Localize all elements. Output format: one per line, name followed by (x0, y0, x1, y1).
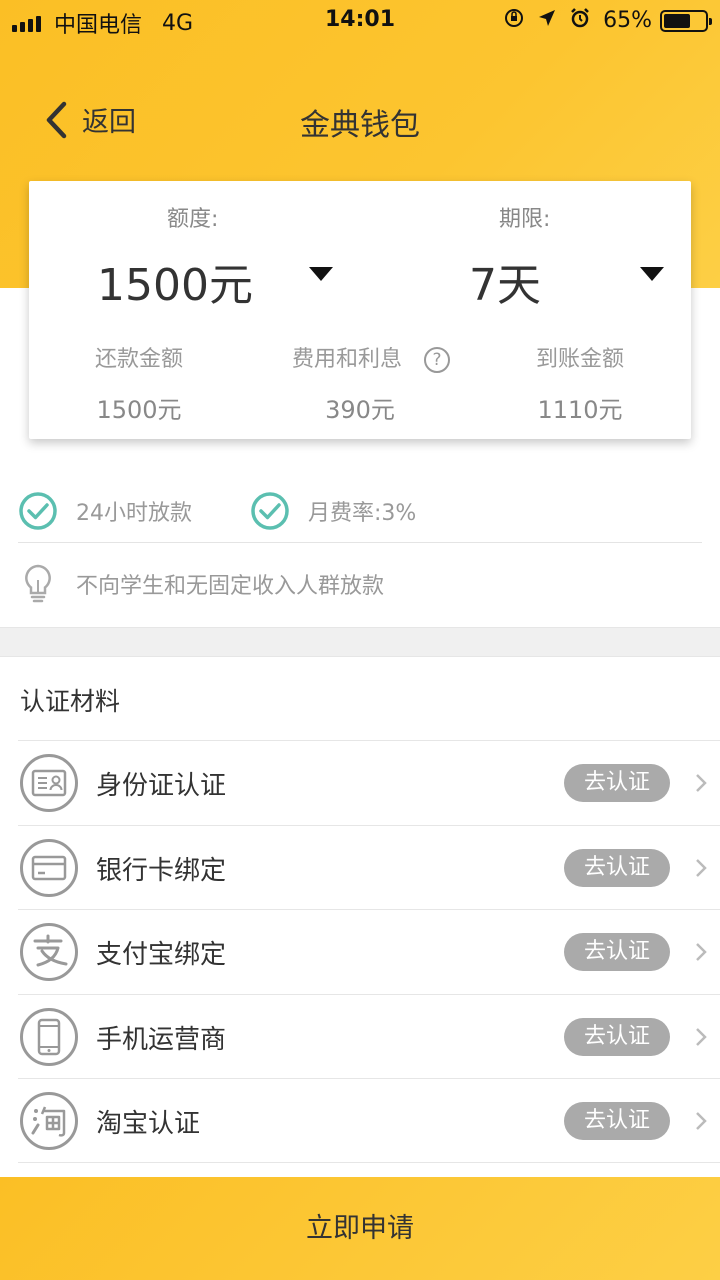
verify-button[interactable]: 去认证 (564, 1017, 670, 1056)
id-card-icon (20, 754, 78, 812)
verify-button[interactable]: 去认证 (564, 1102, 670, 1140)
term-label: 期限: (499, 207, 551, 232)
verify-button[interactable]: 去认证 (564, 933, 670, 971)
status-bar: 中国电信 4G 14:01 65% (0, 0, 720, 40)
item-label: 支付宝绑定 (96, 940, 227, 970)
repay-amount-label: 还款金额 (94, 347, 183, 372)
location-arrow-icon (537, 8, 557, 33)
list-item-taobao[interactable]: 淘宝认证 去认证 (18, 1078, 720, 1163)
list-item-bank-card[interactable]: 银行卡绑定 去认证 (18, 824, 720, 910)
received-amount-label: 到账金额 (535, 347, 624, 372)
materials-title: 认证材料 (20, 687, 121, 716)
chevron-right-icon (696, 1112, 707, 1130)
check-circle-icon (251, 492, 289, 530)
term-dropdown-icon[interactable] (640, 267, 664, 281)
battery-icon (660, 9, 712, 32)
verify-button[interactable]: 去认证 (564, 848, 670, 887)
feature-item: 24小时放款 (18, 491, 192, 531)
lightbulb-icon (25, 564, 51, 603)
materials-list: 身份证认证 去认证 银行卡绑定 去认证 支付宝绑定 去认证 手机运营商 去认证 … (0, 740, 720, 1163)
divider (18, 542, 702, 543)
list-item-id-card[interactable]: 身份证认证 去认证 (18, 740, 720, 825)
page-title: 金典钱包 (300, 108, 420, 143)
chevron-right-icon (696, 858, 707, 877)
alarm-icon (569, 7, 591, 34)
notice-text: 不向学生和无固定收入人群放款 (76, 574, 385, 599)
section-separator (0, 627, 720, 657)
item-label: 身份证认证 (96, 771, 227, 801)
check-circle-icon (19, 492, 57, 530)
chevron-right-icon (696, 943, 707, 961)
fee-label-group: 费用和利息? (250, 341, 490, 373)
repay-amount-value: 1500元 (96, 396, 182, 424)
verify-button[interactable]: 去认证 (564, 764, 670, 802)
mobile-phone-icon (20, 1007, 78, 1066)
list-item-alipay[interactable]: 支付宝绑定 去认证 (18, 909, 720, 994)
item-label: 淘宝认证 (96, 1109, 201, 1139)
question-icon[interactable]: ? (424, 347, 451, 373)
fee-value: 390元 (325, 396, 395, 424)
orientation-lock-icon (503, 7, 525, 34)
list-item-mobile-carrier[interactable]: 手机运营商 去认证 (18, 993, 720, 1079)
notice: 不向学生和无固定收入人群放款 (18, 562, 384, 606)
battery-percent: 65% (603, 8, 652, 33)
fee-label: 费用和利息 (292, 347, 403, 372)
feature-text: 24小时放款 (76, 501, 192, 526)
apply-now-button[interactable]: 立即申请 (0, 1177, 720, 1280)
bank-card-icon (20, 838, 78, 897)
received-amount-value: 1110元 (537, 396, 623, 424)
loan-summary-card: 额度: 1500元 期限: 7天 还款金额 1500元 费用和利息? 390元 … (29, 181, 691, 439)
alipay-icon (20, 923, 78, 981)
chevron-right-icon (696, 1027, 707, 1046)
amount-selector[interactable]: 1500元 (97, 249, 253, 313)
feature-item: 月费率:3% (250, 491, 416, 531)
taobao-icon (20, 1092, 78, 1150)
item-label: 银行卡绑定 (96, 855, 227, 886)
navigation-bar: 返回 金典钱包 (0, 88, 720, 152)
feature-text: 月费率:3% (308, 501, 417, 526)
item-label: 手机运营商 (96, 1024, 227, 1055)
amount-dropdown-icon[interactable] (309, 267, 333, 281)
chevron-right-icon (696, 774, 707, 792)
term-selector[interactable]: 7天 (469, 249, 541, 313)
amount-label: 额度: (167, 207, 219, 232)
feature-list: 24小时放款 月费率:3% (18, 480, 702, 542)
